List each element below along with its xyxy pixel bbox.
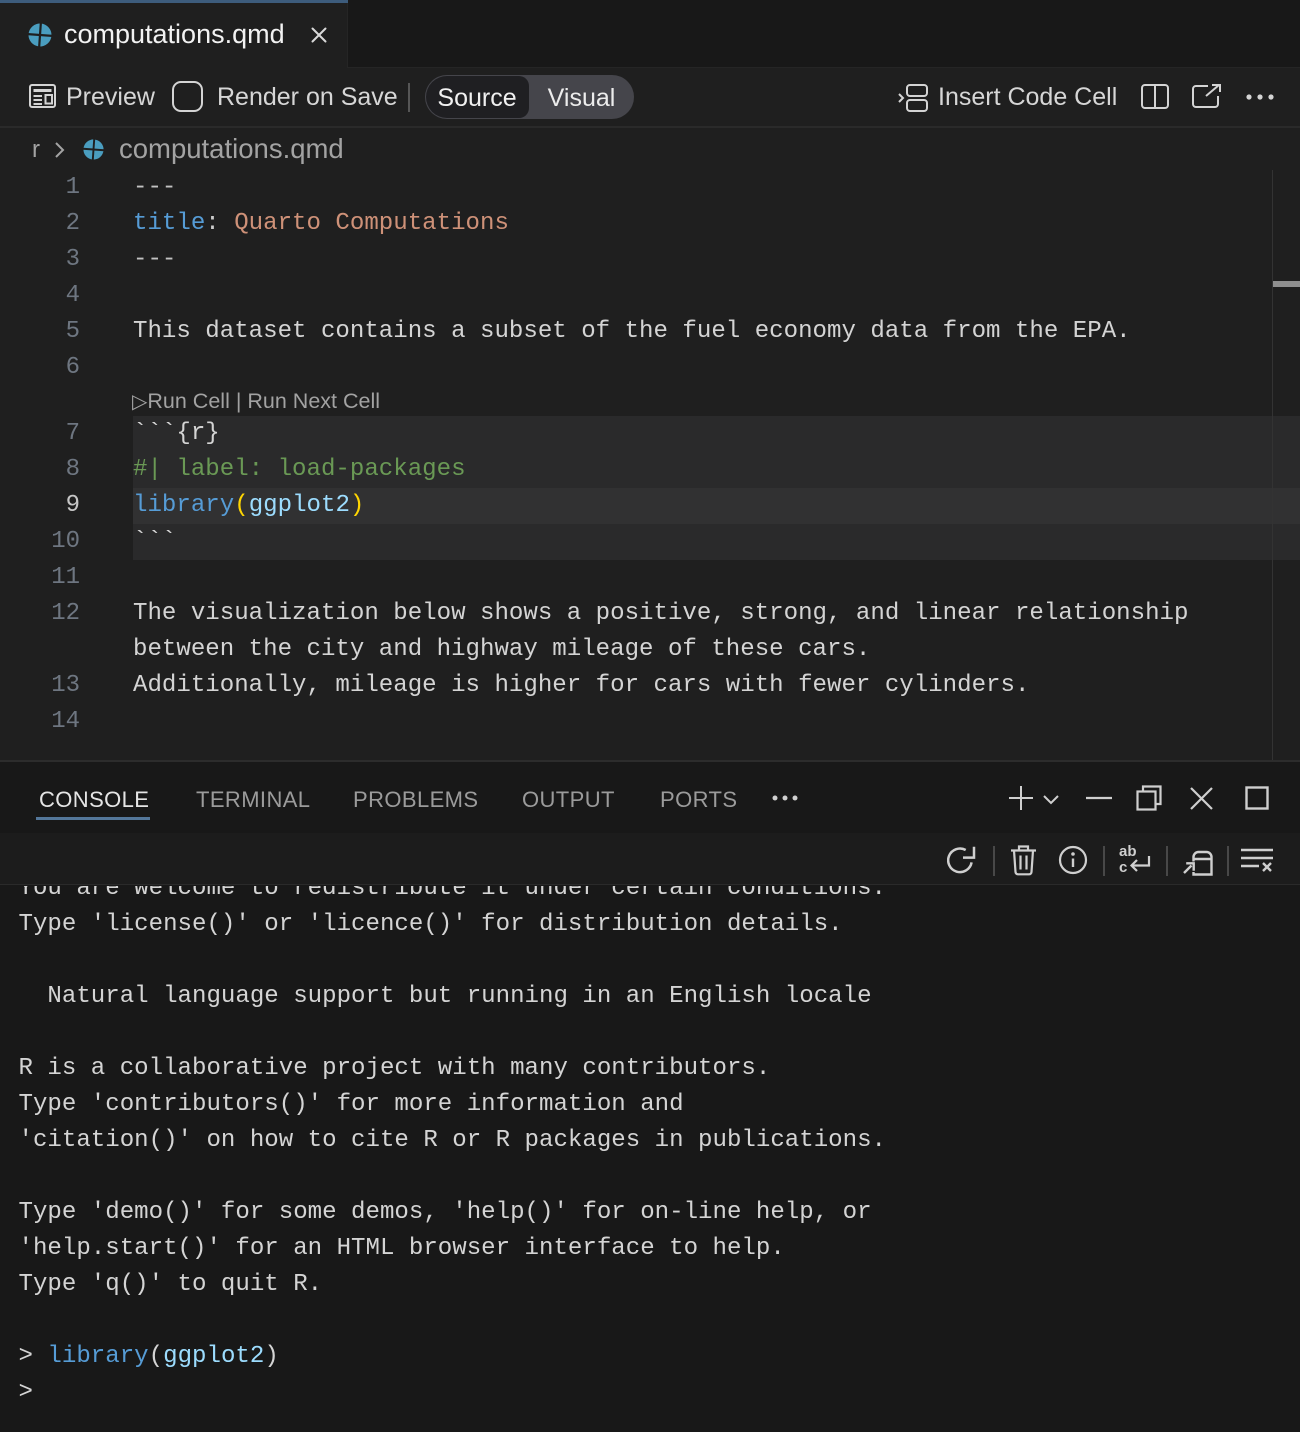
svg-text:ab: ab (1119, 843, 1137, 860)
svg-text:c: c (1119, 859, 1127, 876)
